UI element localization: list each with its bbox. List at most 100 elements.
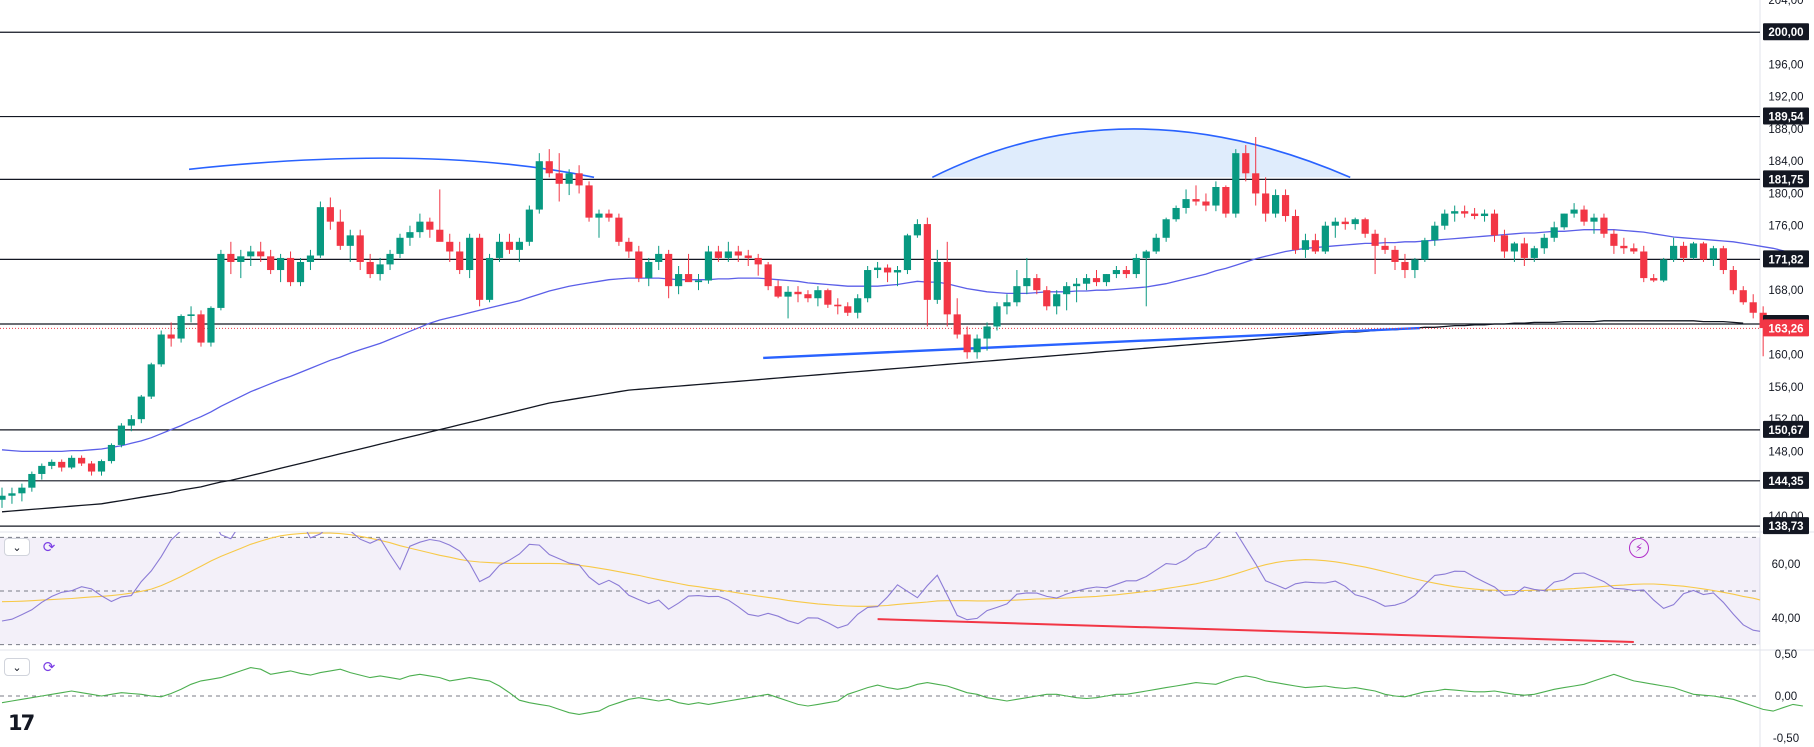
candle-body	[207, 307, 215, 343]
candle-body	[625, 241, 633, 252]
candle	[1431, 221, 1439, 246]
candle	[953, 298, 961, 339]
candle-body	[1242, 153, 1250, 174]
candle-body	[1262, 193, 1270, 214]
candle	[824, 288, 832, 308]
candle-body	[1291, 216, 1300, 250]
oscillator-tick-label: 0,50	[1775, 649, 1797, 661]
candle	[466, 233, 474, 279]
level-tag: 138,73	[1763, 517, 1809, 535]
candle	[933, 249, 941, 304]
stock-chart[interactable]: 204,00 200,00 196,00 192,00 188,00 184,00 180,…	[0, 0, 1814, 747]
candle-body	[744, 255, 752, 258]
candle-body	[456, 251, 464, 271]
candle	[1132, 253, 1140, 279]
candle-body	[1003, 302, 1011, 307]
candle	[684, 253, 693, 283]
candle	[635, 245, 643, 283]
candle	[1192, 185, 1200, 206]
collapse-rsi-button[interactable]: ⌄	[4, 538, 30, 556]
candle-body	[874, 267, 882, 271]
candle	[1560, 213, 1568, 230]
rsi-tick-label: 60,00	[1772, 559, 1801, 571]
candle-body	[1092, 278, 1101, 283]
candle	[1053, 290, 1061, 315]
candle-body	[1162, 219, 1170, 238]
candle-body	[237, 256, 245, 262]
candle	[1421, 237, 1429, 262]
candle-body	[694, 280, 703, 283]
alert-button[interactable]: ⚡	[1629, 538, 1649, 558]
candle-body	[893, 270, 902, 273]
candle-body	[555, 173, 563, 184]
candle	[237, 249, 245, 279]
rsi-pane[interactable]	[0, 510, 1814, 651]
candle	[1331, 217, 1339, 238]
candle	[286, 251, 295, 287]
price-axis[interactable]: 204,00 200,00 196,00 192,00 188,00 184,00 180,…	[1763, 0, 1809, 745]
price-tick-label: 168,00	[1768, 285, 1803, 297]
candle-body	[933, 261, 941, 300]
oscillator-tick-label: 0,00	[1775, 691, 1797, 703]
candle	[495, 233, 504, 262]
lightning-icon: ⚡	[1634, 541, 1644, 555]
candle	[306, 249, 315, 271]
candle	[187, 306, 195, 323]
candle	[675, 266, 683, 295]
collapse-oscillator-button[interactable]: ⌄	[4, 658, 30, 676]
candle	[416, 213, 424, 238]
candle-body	[1660, 259, 1668, 281]
candle	[1321, 221, 1329, 254]
candle-body	[68, 457, 76, 468]
candle	[296, 257, 305, 287]
candle-body	[724, 251, 732, 258]
candle-body	[854, 298, 862, 313]
candle	[784, 286, 792, 319]
level-tag: 171,82	[1763, 250, 1809, 268]
candle	[406, 225, 414, 246]
candle	[1570, 203, 1578, 218]
candle	[963, 326, 971, 359]
candle	[1709, 245, 1717, 266]
sync-rsi-button[interactable]: ⟳	[40, 538, 58, 556]
candle-body	[476, 237, 484, 300]
candle	[1063, 282, 1071, 311]
sync-icon: ⟳	[42, 538, 56, 556]
candle-body	[734, 251, 742, 256]
candle	[207, 306, 215, 347]
candle-body	[834, 304, 842, 307]
candle	[78, 455, 86, 466]
candle	[1600, 213, 1608, 238]
candle	[1590, 213, 1598, 234]
candle	[177, 314, 185, 343]
candle	[864, 266, 872, 303]
last-price-tag: 163,26	[1763, 319, 1809, 337]
candle-body	[505, 241, 514, 250]
candle	[0, 487, 6, 508]
candle-body	[396, 237, 404, 254]
candle-body	[575, 173, 583, 186]
candle	[157, 330, 165, 367]
candle	[267, 249, 275, 275]
candle	[515, 237, 523, 262]
candle-body	[655, 253, 663, 262]
candle-body	[1679, 245, 1688, 258]
candle-body	[48, 461, 56, 466]
candle-body	[545, 161, 553, 174]
candle-body	[286, 257, 295, 283]
candle-body	[247, 251, 255, 257]
candle	[1729, 266, 1737, 295]
candle-body	[684, 274, 693, 283]
candle-body	[1222, 187, 1230, 214]
price-tick-label: 192,00	[1768, 92, 1803, 104]
candle-body	[1172, 207, 1180, 220]
candle	[1341, 217, 1349, 230]
candle	[485, 253, 494, 303]
candle-body	[1023, 278, 1031, 287]
candle	[127, 415, 135, 432]
oscillator-pane[interactable]	[0, 667, 1803, 715]
sync-oscillator-button[interactable]: ⟳	[40, 658, 58, 676]
candle	[1112, 266, 1120, 279]
candle-body	[784, 291, 792, 297]
candle-body	[1341, 221, 1349, 225]
